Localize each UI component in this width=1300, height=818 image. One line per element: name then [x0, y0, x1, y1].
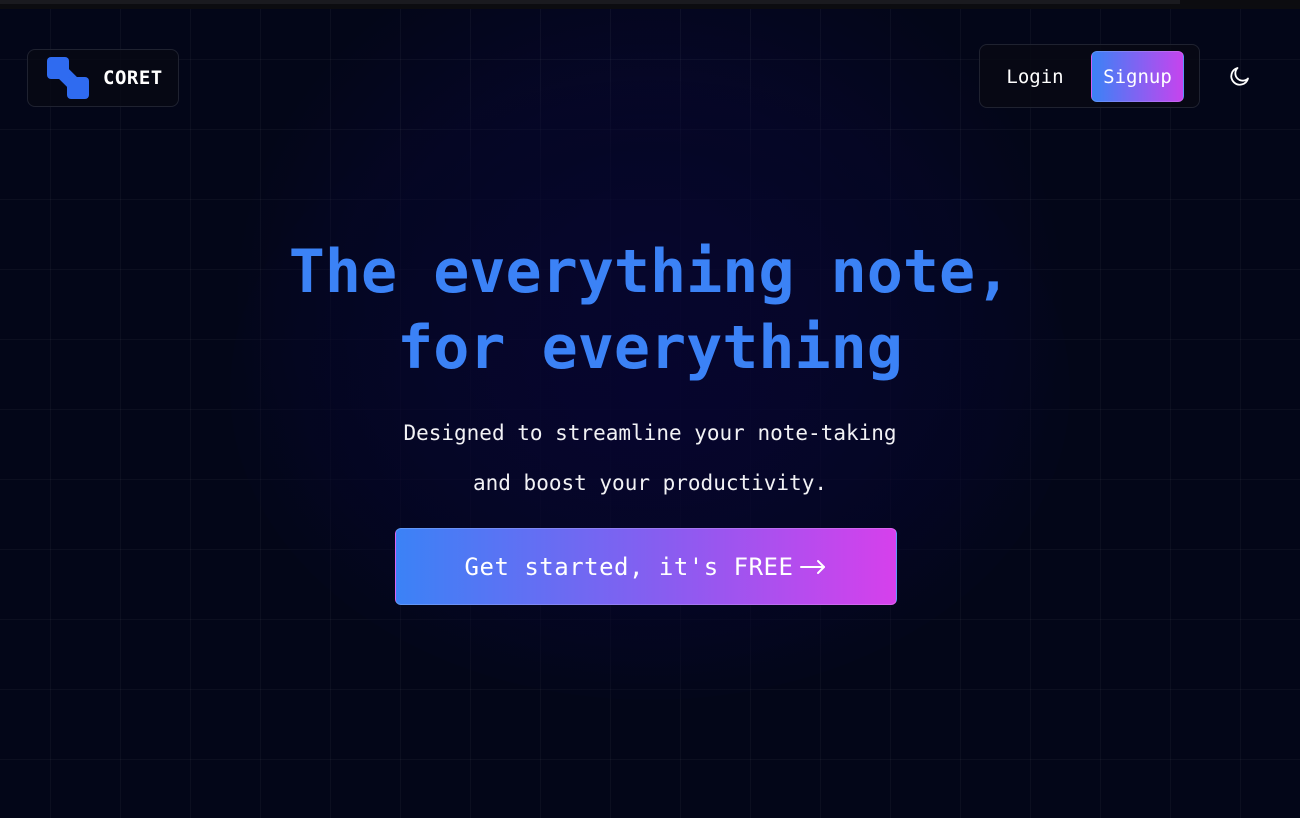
brand-logo[interactable]: CORET	[27, 49, 179, 107]
moon-icon[interactable]	[1226, 62, 1254, 90]
subtitle-line-2: and boost your productivity.	[472, 471, 827, 495]
landing-page: CORET Login Signup The everything note, …	[0, 0, 1300, 818]
subtitle-line-1: Designed to streamline your note-taking	[403, 421, 897, 445]
login-button[interactable]: Login	[994, 58, 1076, 96]
background-glow	[230, 80, 1070, 700]
window-top-strip	[0, 0, 1300, 9]
hero-subtitle: Designed to streamline your note-taking …	[0, 408, 1300, 508]
hero-headline: The everything note, for everything	[0, 234, 1300, 386]
auth-buttons: Login Signup	[979, 44, 1200, 108]
arrow-right-icon	[799, 558, 827, 576]
headline-line-1: The everything note,	[288, 237, 1012, 307]
cta-label: Get started, it's FREE	[464, 552, 794, 581]
signup-button[interactable]: Signup	[1091, 51, 1184, 102]
brand-name: CORET	[103, 67, 163, 89]
get-started-button[interactable]: Get started, it's FREE	[395, 528, 897, 605]
coret-logo-icon	[47, 57, 89, 99]
headline-line-2: for everything	[397, 313, 903, 383]
